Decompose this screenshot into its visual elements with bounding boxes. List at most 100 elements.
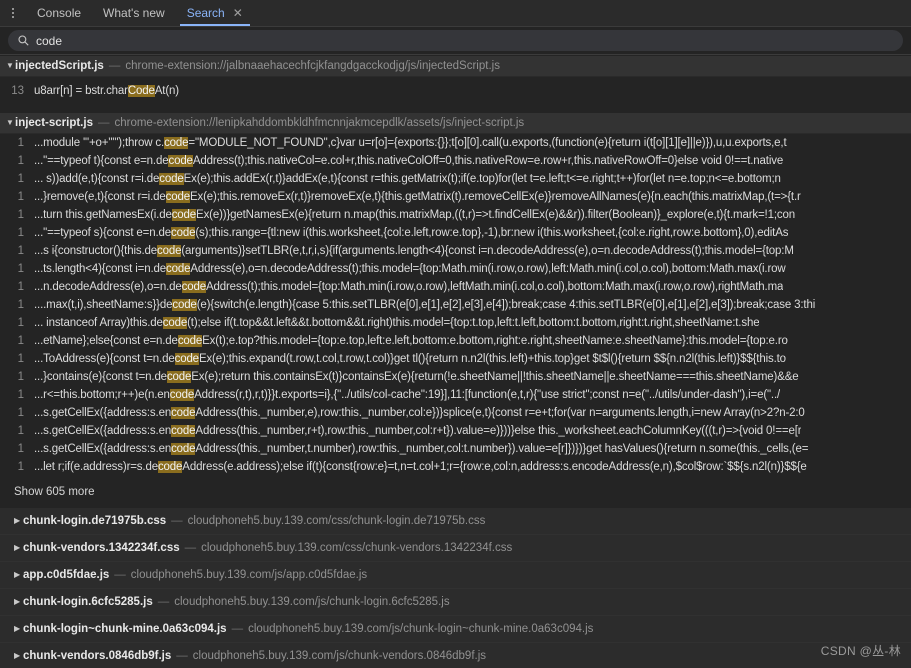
search-match-row[interactable]: 1 ...turn this.getNamesEx(i.decodeEx(e))}… — [0, 206, 911, 224]
file-name: chunk-login.6cfc5285.js — [23, 596, 153, 608]
match-highlight: code — [177, 335, 203, 347]
file-name: chunk-vendors.0846db9f.js — [23, 650, 172, 662]
tab-whats-new-label: What's new — [103, 6, 165, 20]
tab-console[interactable]: Console — [26, 0, 92, 26]
separator-dash: — — [97, 117, 110, 129]
search-bar: code — [0, 27, 911, 55]
snippet-suffix: Address(this._number,e),row:this._number… — [195, 407, 805, 419]
match-snippet: ...ts.length<4){const i=n.decodeAddress(… — [34, 263, 786, 275]
file-result-row[interactable]: ▶ app.c0d5fdae.js — cloudphoneh5.buy.139.co… — [0, 562, 911, 589]
file-group-header[interactable]: ▼ injectedScript.js — chrome-extension://ja… — [0, 56, 911, 77]
snippet-prefix: ...module '"+o+"'");throw c. — [34, 137, 165, 149]
chevron-right-icon[interactable]: ▶ — [14, 544, 23, 552]
line-number: 1 — [17, 137, 24, 149]
tab-search[interactable]: Search ✕ — [176, 0, 254, 26]
snippet-prefix: ....max(t,i),sheetName:s}}de — [34, 299, 173, 311]
snippet-suffix: (arguments)}setTLBR(e,t,r,i,s){if(argume… — [181, 245, 794, 257]
snippet-suffix: ="MODULE_NOT_FOUND",c}var u=r[o]={export… — [188, 137, 787, 149]
snippet-suffix: Ex(e);this.removeEx(r,t)}removeEx(e,t){t… — [189, 191, 801, 203]
match-highlight: code — [171, 209, 197, 221]
match-highlight: code — [171, 425, 196, 437]
snippet-suffix: (e){switch(e.length){case 5:this.setTLBR… — [196, 299, 816, 311]
match-snippet: ...etName};else{const e=n.decodeEx(t);e.… — [34, 335, 788, 347]
snippet-prefix: ... s))add(e,t){const r=i.de — [34, 173, 160, 185]
snippet-prefix: ... instanceof Array)this.de — [34, 317, 163, 329]
chevron-right-icon[interactable]: ▶ — [14, 571, 23, 579]
match-highlight: Code — [127, 84, 155, 97]
match-snippet: ...s.getCellEx({address:s.encodeAddress(… — [34, 407, 805, 419]
snippet-suffix: Ex(t);e.top?this.model={top:e.top,left:e… — [202, 335, 788, 347]
search-match-row[interactable]: 1 ...s.getCellEx({address:s.encodeAddress… — [0, 404, 911, 422]
match-snippet: ...r<=this.bottom;r++)e(n.encodeAddress(… — [34, 389, 780, 401]
chevron-right-icon[interactable]: ▶ — [14, 625, 23, 633]
file-group-name: inject-script.js — [15, 117, 93, 129]
snippet-prefix: ...}contains(e){const t=n.de — [34, 371, 167, 383]
show-more-button[interactable]: Show 605 more — [0, 476, 911, 508]
snippet-suffix: Ex(e);this.expand(t.row,t.col,t.row,t.co… — [198, 353, 786, 365]
search-match-row[interactable]: 1 ... s))add(e,t){const r=i.decodeEx(e);t… — [0, 170, 911, 188]
match-snippet: ...module '"+o+"'");throw c.code="MODULE… — [34, 137, 787, 149]
search-match-row[interactable]: 1 ...r<=this.bottom;r++)e(n.encodeAddress… — [0, 386, 911, 404]
file-result-row[interactable]: ▶ chunk-login.de71975b.css — cloudphoneh5.b… — [0, 508, 911, 535]
search-match-row[interactable]: 1 ...ts.length<4){const i=n.decodeAddress… — [0, 260, 911, 278]
search-icon — [18, 35, 29, 46]
file-group-url: chrome-extension://jalbnaaehacechfcjkfan… — [125, 60, 500, 72]
chevron-down-icon[interactable]: ▼ — [6, 62, 15, 70]
search-match-row[interactable]: 1 ...s.getCellEx({address:s.encodeAddress… — [0, 422, 911, 440]
file-url: cloudphoneh5.buy.139.com/js/chunk-login.… — [174, 596, 450, 608]
snippet-suffix: Address(t);this.model={top:Math.min(i.ro… — [205, 281, 784, 293]
line-number: 1 — [17, 353, 24, 365]
search-results[interactable]: ▼ injectedScript.js — chrome-extension://ja… — [0, 56, 911, 668]
line-number: 1 — [17, 191, 24, 203]
snippet-prefix: ...s.getCellEx({address:s.en — [34, 425, 172, 437]
snippet-suffix: Address(e),o=n.decodeAddress(t);this.mod… — [190, 263, 786, 275]
search-input[interactable]: code — [8, 30, 903, 51]
snippet-prefix: ...n.decodeAddress(e),o=n.de — [34, 281, 182, 293]
file-name: chunk-vendors.1342234f.css — [23, 542, 180, 554]
chevron-right-icon[interactable]: ▶ — [14, 517, 23, 525]
line-number: 1 — [17, 461, 24, 473]
search-match-row[interactable]: 1 ...s.getCellEx({address:s.encodeAddress… — [0, 440, 911, 458]
search-match-row[interactable]: 1 ...ToAddress(e){const t=n.decodeEx(e);t… — [0, 350, 911, 368]
chevron-right-icon[interactable]: ▶ — [14, 598, 23, 606]
match-highlight: code — [171, 227, 196, 239]
file-group-header[interactable]: ▼ inject-script.js — chrome-extension://len… — [0, 113, 911, 134]
match-snippet: ...let r;if(e.address)r=s.decodeAddress(… — [34, 461, 807, 473]
chevron-right-icon[interactable]: ▶ — [14, 652, 23, 660]
search-match-row[interactable]: 1 ....max(t,i),sheetName:s}}decode(e){swi… — [0, 296, 911, 314]
search-match-row[interactable]: 1 ...}remove(e,t){const r=i.decodeEx(e);t… — [0, 188, 911, 206]
snippet-suffix: Address(this._number,r+t),row:this._numb… — [195, 425, 802, 437]
tab-search-label: Search — [186, 6, 225, 20]
search-match-row[interactable]: 1 ... instanceof Array)this.decode(t);els… — [0, 314, 911, 332]
search-match-row[interactable]: 1 ...n.decodeAddress(e),o=n.decodeAddress… — [0, 278, 911, 296]
line-number: 1 — [17, 263, 24, 275]
snippet-suffix: Address(t);this.nativeCol=e.col+r,this.n… — [192, 155, 784, 167]
search-match-row[interactable]: 1 ...let r;if(e.address)r=s.decodeAddress… — [0, 458, 911, 476]
file-result-row[interactable]: ▶ chunk-vendors.1342234f.css — cloudphoneh5… — [0, 535, 911, 562]
file-result-row[interactable]: ▶ chunk-login~chunk-mine.0a63c094.js — clou… — [0, 616, 911, 643]
match-highlight: code — [172, 299, 197, 311]
snippet-prefix: ...ts.length<4){const i=n.de — [34, 263, 166, 275]
close-icon[interactable]: ✕ — [233, 7, 243, 19]
snippet-suffix: Address(r,t),r,t)}}t.exports=i},{"../uti… — [194, 389, 781, 401]
search-match-row[interactable]: 1 ...module '"+o+"'");throw c.code="MODUL… — [0, 134, 911, 152]
file-result-row[interactable]: ▶ chunk-vendors.0846db9f.js — cloudphoneh5.… — [0, 643, 911, 668]
line-number: 1 — [17, 389, 24, 401]
search-match-row[interactable]: 13 u8arr[n] = bstr.charCodeAt(n) — [0, 77, 911, 104]
snippet-prefix: ...ToAddress(e){const t=n.de — [34, 353, 175, 365]
line-number: 1 — [17, 227, 24, 239]
file-result-row[interactable]: ▶ chunk-login.6cfc5285.js — cloudphoneh5.bu… — [0, 589, 911, 616]
search-match-row[interactable]: 1 ..."==typeof s){const e=n.decode(s);thi… — [0, 224, 911, 242]
search-match-row[interactable]: 1 ...}contains(e){const t=n.decodeEx(e);r… — [0, 368, 911, 386]
match-highlight: code — [165, 191, 190, 203]
snippet-prefix: ...turn this.getNamesEx(i.de — [34, 209, 172, 221]
kebab-menu-icon[interactable] — [0, 0, 26, 26]
chevron-down-icon[interactable]: ▼ — [6, 119, 15, 127]
separator-dash: — — [114, 569, 126, 581]
snippet-suffix: Ex(e);return this.containsEx(t)}contains… — [191, 371, 799, 383]
search-match-row[interactable]: 1 ...s i{constructor(){this.decode(argume… — [0, 242, 911, 260]
search-match-row[interactable]: 1 ..."==typeof t){const e=n.decodeAddress… — [0, 152, 911, 170]
search-match-row[interactable]: 1 ...etName};else{const e=n.decodeEx(t);e… — [0, 332, 911, 350]
match-highlight: code — [166, 371, 192, 383]
tab-whats-new[interactable]: What's new — [92, 0, 176, 26]
